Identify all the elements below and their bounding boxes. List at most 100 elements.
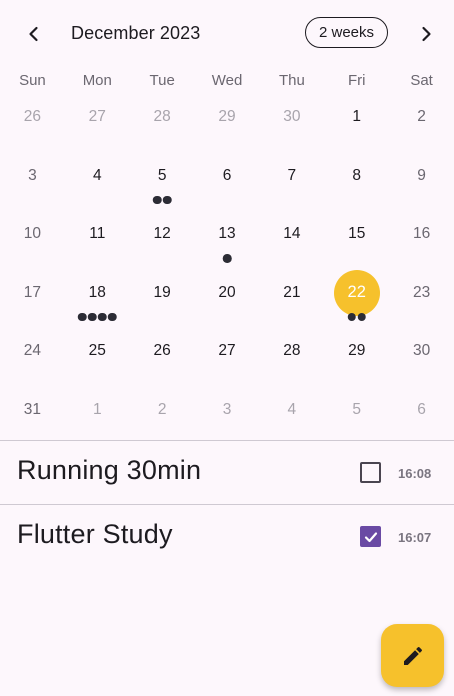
event-checkbox[interactable]	[360, 462, 381, 483]
calendar-day[interactable]: 28	[130, 88, 195, 147]
calendar-day[interactable]: 28	[259, 322, 324, 381]
day-number: 11	[89, 225, 106, 243]
day-number: 23	[412, 283, 431, 301]
day-number: 27	[218, 342, 236, 360]
calendar-day[interactable]: 2	[389, 88, 454, 147]
calendar-day[interactable]: 23	[389, 264, 454, 323]
calendar-day[interactable]: 29	[324, 322, 389, 381]
calendar-day[interactable]: 15	[324, 205, 389, 264]
day-number: 5	[157, 166, 167, 184]
calendar-day[interactable]: 12	[130, 205, 195, 264]
day-number: 26	[153, 342, 171, 360]
event-item[interactable]: Flutter Study 16:07	[0, 505, 454, 568]
calendar-day[interactable]: 5	[130, 147, 195, 206]
calendar-day[interactable]: 31	[0, 381, 65, 440]
calendar-day[interactable]: 27	[195, 322, 260, 381]
calendar-day[interactable]: 10	[0, 205, 65, 264]
calendar-day[interactable]: 8	[324, 147, 389, 206]
calendar-day[interactable]: 6	[195, 147, 260, 206]
event-title: Flutter Study	[17, 519, 173, 549]
next-month-button[interactable]	[408, 16, 444, 52]
day-number: 18	[88, 283, 106, 301]
calendar-day[interactable]: 29	[195, 88, 260, 147]
edit-fab-button[interactable]	[381, 624, 444, 687]
calendar-day[interactable]: 1	[65, 381, 130, 440]
calendar-header: December 2023 2 weeks	[0, 0, 454, 68]
calendar-day[interactable]: 30	[259, 88, 324, 147]
calendar-day[interactable]: 4	[259, 381, 324, 440]
calendar-day[interactable]: 5	[324, 381, 389, 440]
day-number: 3	[28, 166, 37, 184]
calendar-day[interactable]: 9	[389, 147, 454, 206]
calendar-day[interactable]: 20	[195, 264, 260, 323]
day-number: 12	[153, 225, 171, 243]
month-title: December 2023	[71, 23, 201, 43]
day-number: 2	[157, 400, 167, 418]
calendar-format-button[interactable]: 2 weeks	[305, 17, 388, 48]
day-number: 15	[348, 225, 366, 243]
day-number: 4	[92, 166, 102, 184]
day-number: 4	[287, 400, 297, 418]
calendar-day-selected[interactable]: 22	[324, 264, 389, 323]
event-checkbox[interactable]	[360, 526, 381, 547]
day-number: 30	[283, 108, 301, 125]
day-number: 17	[23, 283, 42, 301]
calendar-day[interactable]: 1	[324, 88, 389, 147]
event-markers	[347, 312, 366, 322]
calendar-day[interactable]: 24	[0, 322, 65, 381]
calendar-week-row: 10 11 12 13 14 15 16	[0, 205, 454, 264]
calendar-day[interactable]: 17	[0, 264, 65, 323]
event-marker-dot	[347, 312, 356, 322]
calendar-day[interactable]: 11	[65, 205, 130, 264]
calendar-day[interactable]: 25	[65, 322, 130, 381]
calendar-day[interactable]: 3	[0, 147, 65, 206]
event-marker-dot	[98, 312, 107, 322]
day-number: 29	[348, 342, 366, 360]
day-number: 16	[412, 225, 431, 243]
day-number: 24	[23, 342, 42, 360]
event-title: Running 30min	[17, 455, 202, 485]
day-number: 6	[417, 400, 426, 418]
event-item[interactable]: Running 30min 16:08	[0, 441, 454, 504]
day-number: 26	[23, 108, 42, 125]
event-marker-dot	[108, 312, 117, 322]
calendar-week-row: 26 27 28 29 30 1 2	[0, 88, 454, 147]
calendar-day[interactable]: 30	[389, 322, 454, 381]
calendar-grid: 26 27 28 29 30 1 2 3 4 5 6 7 8 9 10 11 12 13 14 15 16 17 18 19 2…	[0, 88, 454, 440]
event-marker-dot	[152, 195, 162, 205]
calendar-day[interactable]: 7	[259, 147, 324, 206]
day-number: 10	[23, 225, 42, 243]
calendar-week-row: 24 25 26 27 28 29 30	[0, 322, 454, 381]
calendar-week-row: 17 18 19 20 21 22 23	[0, 264, 454, 323]
calendar-week-row: 31 1 2 3 4 5 6	[0, 381, 454, 440]
day-number: 7	[287, 166, 297, 184]
day-number: 14	[283, 225, 301, 243]
day-number: 28	[283, 342, 301, 360]
calendar-day[interactable]: 26	[130, 322, 195, 381]
day-number: 22	[333, 269, 380, 316]
calendar-day[interactable]: 2	[130, 381, 195, 440]
calendar-day[interactable]: 16	[389, 205, 454, 264]
event-marker-dot	[357, 312, 366, 322]
calendar-week-row: 3 4 5 6 7 8 9	[0, 147, 454, 206]
calendar-day[interactable]: 4	[65, 147, 130, 206]
day-number: 1	[92, 400, 102, 418]
day-number: 25	[88, 342, 106, 360]
day-number: 3	[222, 400, 232, 418]
calendar-day[interactable]: 19	[130, 264, 195, 323]
calendar-day[interactable]: 13	[195, 205, 260, 264]
day-number: 30	[412, 342, 431, 360]
calendar-day[interactable]: 21	[259, 264, 324, 323]
calendar-day[interactable]: 18	[65, 264, 130, 323]
event-time: 16:08	[398, 466, 432, 481]
check-icon	[364, 531, 377, 542]
chevron-left-icon	[29, 26, 38, 42]
calendar-day[interactable]: 26	[0, 88, 65, 147]
calendar-day[interactable]: 6	[389, 381, 454, 440]
day-number: 31	[23, 400, 42, 418]
event-markers	[152, 195, 172, 205]
calendar-day[interactable]: 3	[195, 381, 260, 440]
calendar-day[interactable]: 14	[259, 205, 324, 264]
calendar-day[interactable]: 27	[65, 88, 130, 147]
previous-month-button[interactable]	[16, 16, 52, 52]
